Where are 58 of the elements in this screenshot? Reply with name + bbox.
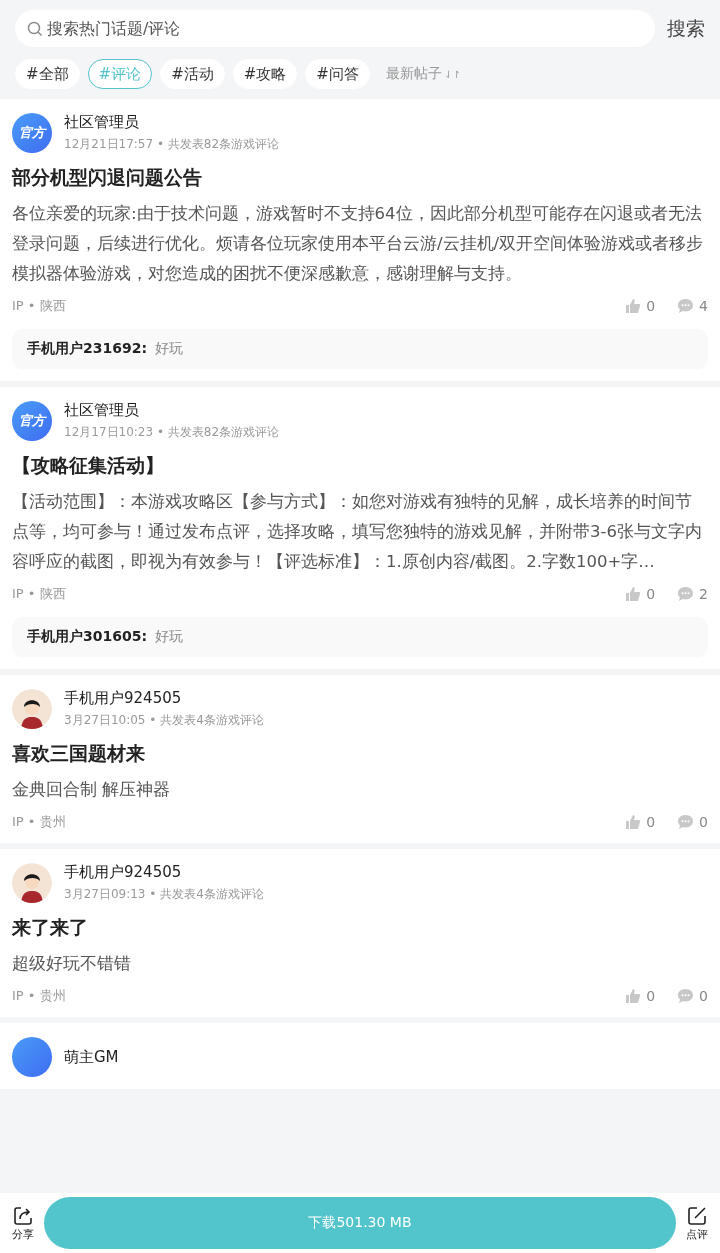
reply-text: 好玩: [155, 628, 184, 644]
tag-chip[interactable]: #攻略: [232, 59, 298, 89]
thumbs-up-icon[interactable]: [625, 988, 642, 1004]
author-name[interactable]: 社区管理员: [64, 401, 280, 420]
reply-preview[interactable]: 手机用户231692: 好玩: [12, 329, 708, 369]
post-body: 各位亲爱的玩家:由于技术问题，游戏暂时不支持64位，因此部分机型可能存在闪退或者无法登录问题，后续进行优化。烦请各位玩家使用本平台云游/云挂机/双开空间体验游戏或者移步模拟器体验游戏，对您造成的困扰不便深感歉意，感谢理解与支持。: [12, 203, 705, 285]
post-meta: 12月17日10:23 • 共发表82条游戏评论: [64, 424, 280, 441]
post-body: 金典回合制 解压神器: [12, 779, 172, 801]
ip-location: IP • 贵州: [12, 813, 67, 831]
reply-text: 好玩: [155, 340, 184, 356]
comment-count: 0: [699, 814, 708, 830]
post-meta: 12月21日17:57 • 共发表82条游戏评论: [64, 136, 280, 153]
ip-location: IP • 陕西: [12, 585, 67, 603]
share-button[interactable]: 分享: [8, 1204, 38, 1242]
avatar[interactable]: 官方: [12, 113, 52, 153]
like-count: 0: [646, 814, 656, 830]
like-count: 0: [646, 988, 656, 1004]
comment-icon[interactable]: [677, 814, 695, 830]
avatar[interactable]: [12, 863, 52, 903]
author-name[interactable]: 手机用户924505: [64, 863, 264, 882]
comment-count: 2: [699, 586, 708, 602]
tag-chip[interactable]: #全部: [15, 59, 80, 89]
search-button[interactable]: 搜索: [667, 15, 705, 42]
reply-user: 手机用户301605:: [27, 628, 148, 644]
post-title[interactable]: 【攻略征集活动】: [12, 453, 708, 479]
share-icon: [12, 1204, 34, 1227]
thumbs-up-icon[interactable]: [625, 814, 642, 830]
thumbs-up-icon[interactable]: [625, 586, 642, 602]
author-name[interactable]: 手机用户924505: [64, 689, 264, 708]
like-count: 0: [646, 298, 656, 314]
avatar[interactable]: [12, 689, 52, 729]
tag-chip[interactable]: #问答: [305, 59, 370, 89]
comment-icon[interactable]: [677, 988, 695, 1004]
author-name[interactable]: 萌主GM: [64, 1047, 119, 1067]
post-title[interactable]: 喜欢三国题材来: [12, 741, 708, 767]
thumbs-up-icon[interactable]: [625, 298, 642, 314]
ip-location: IP • 贵州: [12, 987, 67, 1005]
post-title[interactable]: 来了来了: [12, 915, 708, 941]
reply-user: 手机用户231692:: [27, 340, 148, 356]
comment-icon[interactable]: [677, 586, 695, 602]
tag-chip[interactable]: #活动: [160, 59, 225, 89]
post-meta: 3月27日09:13 • 共发表4条游戏评论: [64, 886, 264, 903]
reply-preview[interactable]: 手机用户301605: 好玩: [12, 617, 708, 657]
comment-icon[interactable]: [677, 298, 695, 314]
post-body: 超级好玩不错错: [12, 953, 132, 975]
comment-count: 0: [699, 988, 708, 1004]
comment-count: 4: [699, 298, 708, 314]
avatar[interactable]: 官方: [12, 401, 52, 441]
ip-location: IP • 陕西: [12, 297, 67, 315]
review-button[interactable]: 点评: [682, 1204, 712, 1242]
search-icon: [27, 21, 43, 37]
edit-icon: [686, 1204, 708, 1227]
post-meta: 3月27日10:05 • 共发表4条游戏评论: [64, 712, 264, 729]
post-body: 【活动范围】：本游戏攻略区【参与方式】：如您对游戏有独特的见解，成长培养的时间节点等，均可参与！通过发布点评，选择攻略，填写您独特的游戏见解，并附带3-6张与文字内容呼应的截图，即视为有效参与！【评选标准】：1.原创内容/截图。2.字数100+字…: [12, 491, 703, 573]
post-title[interactable]: 部分机型闪退问题公告: [12, 165, 708, 191]
author-name[interactable]: 社区管理员: [64, 113, 280, 132]
search-field[interactable]: 搜索热门话题/评论: [15, 10, 655, 47]
like-count: 0: [646, 586, 656, 602]
